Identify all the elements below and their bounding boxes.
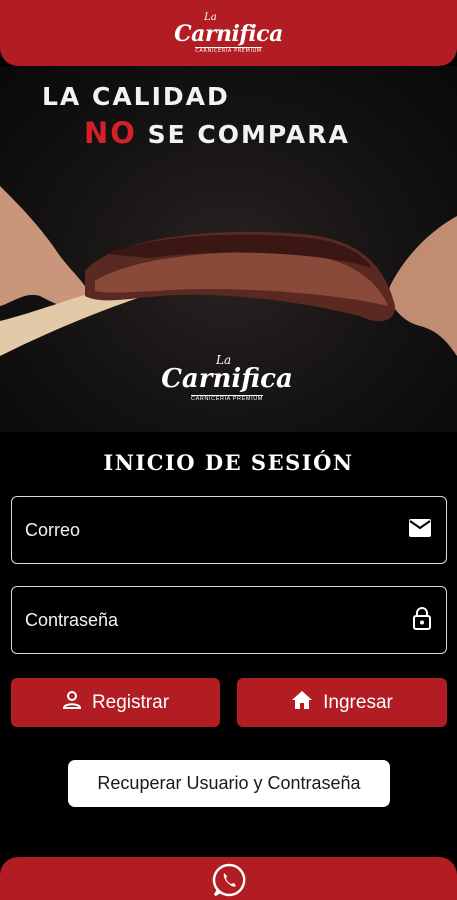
headline-rest: SE COMPARA — [136, 120, 350, 149]
top-header-bar: La Carnifica CARNICERIA PREMIUM — [0, 0, 457, 66]
hero-logo-subtitle: CARNICERIA PREMIUM — [191, 395, 263, 402]
hero-banner: LA CALIDAD NO SE COMPARA La Carnifica CA… — [0, 66, 457, 432]
login-button[interactable]: Ingresar — [237, 678, 447, 727]
hero-logo: La Carnifica CARNICERIA PREMIUM — [161, 354, 293, 403]
email-placeholder: Correo — [25, 519, 81, 540]
logo-subtitle: CARNICERIA PREMIUM — [195, 46, 262, 54]
email-field[interactable]: Correo — [11, 496, 447, 564]
login-title: INICIO DE SESIÓN — [103, 450, 354, 475]
lock-icon — [412, 606, 432, 635]
brand-logo: La Carnifica CARNICERIA PREMIUM — [174, 12, 283, 54]
register-button[interactable]: Registrar — [11, 678, 220, 727]
logo-name: Carnifica — [174, 20, 283, 47]
meat-photo — [0, 186, 457, 356]
password-placeholder: Contraseña — [25, 609, 119, 630]
recover-account-button[interactable]: Recuperar Usuario y Contraseña — [68, 760, 390, 807]
headline-no: NO — [84, 116, 137, 150]
person-icon — [62, 690, 82, 716]
headline-line2: NO SE COMPARA — [84, 116, 350, 150]
hero-logo-name: Carnifica — [161, 364, 293, 394]
home-icon — [291, 690, 313, 716]
register-label: Registrar — [91, 691, 170, 713]
headline-line1: LA CALIDAD — [42, 82, 230, 111]
whatsapp-icon[interactable] — [211, 862, 247, 900]
login-label: Ingresar — [323, 691, 393, 713]
bottom-bar — [0, 857, 457, 900]
password-field[interactable]: Contraseña — [11, 586, 447, 654]
mail-icon — [408, 518, 432, 543]
